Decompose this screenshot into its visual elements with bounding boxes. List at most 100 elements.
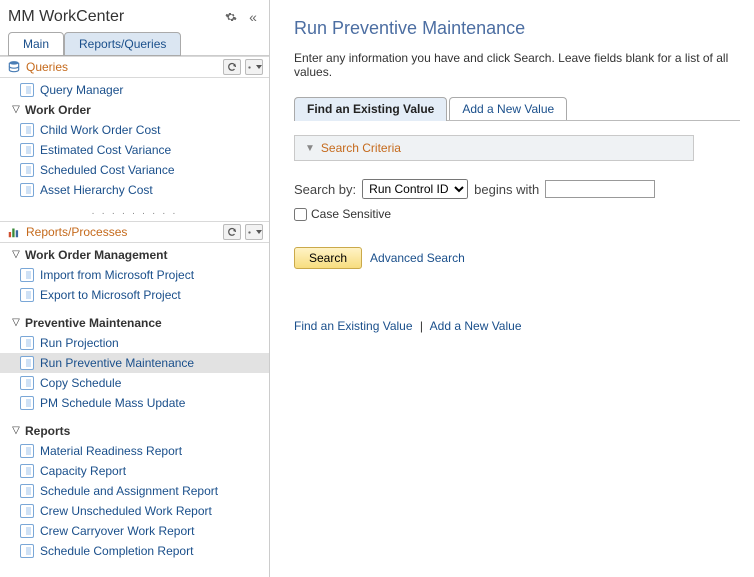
search-criteria-label: Search Criteria bbox=[321, 141, 401, 155]
gear-icon[interactable] bbox=[223, 9, 239, 25]
list-item-label: Copy Schedule bbox=[40, 375, 121, 391]
list-item[interactable]: Schedule Completion Report bbox=[0, 541, 269, 561]
search-criteria-header[interactable]: ▼ Search Criteria bbox=[294, 135, 694, 161]
operator-label: begins with bbox=[474, 182, 539, 197]
chevron-down-icon: ▽ bbox=[10, 315, 22, 331]
list-item[interactable]: Scheduled Cost Variance bbox=[0, 160, 269, 180]
advanced-search-link[interactable]: Advanced Search bbox=[370, 251, 465, 265]
search-by-select[interactable]: Run Control ID bbox=[362, 179, 468, 199]
database-icon bbox=[6, 59, 22, 75]
bottom-links: Find an Existing Value | Add a New Value bbox=[294, 319, 740, 333]
search-by-label: Search by: bbox=[294, 182, 356, 197]
chevron-down-icon: ▼ bbox=[305, 143, 315, 154]
tree-group-label: Preventive Maintenance bbox=[25, 315, 162, 331]
list-item[interactable]: Run Preventive Maintenance bbox=[0, 353, 269, 373]
tree-group-label: Work Order Management bbox=[25, 247, 167, 263]
doc-icon bbox=[20, 356, 34, 370]
tab-add-new[interactable]: Add a New Value bbox=[449, 97, 567, 120]
doc-icon bbox=[20, 376, 34, 390]
list-item[interactable]: Import from Microsoft Project bbox=[0, 265, 269, 285]
doc-icon bbox=[20, 396, 34, 410]
list-item[interactable]: Run Projection bbox=[0, 333, 269, 353]
list-item[interactable]: Schedule and Assignment Report bbox=[0, 481, 269, 501]
doc-icon bbox=[20, 143, 34, 157]
list-item-label: Material Readiness Report bbox=[40, 443, 182, 459]
list-item[interactable]: Estimated Cost Variance bbox=[0, 140, 269, 160]
reports-tree: ▽ Work Order Management Import from Micr… bbox=[0, 243, 269, 567]
list-item-label: Crew Unscheduled Work Report bbox=[40, 503, 212, 519]
case-sensitive-row: Case Sensitive bbox=[294, 207, 740, 221]
doc-icon bbox=[20, 444, 34, 458]
doc-icon bbox=[20, 484, 34, 498]
tree-group-label: Reports bbox=[25, 423, 70, 439]
list-item-label: Child Work Order Cost bbox=[40, 122, 160, 138]
list-item-label: Crew Carryover Work Report bbox=[40, 523, 194, 539]
list-item[interactable]: Child Work Order Cost bbox=[0, 120, 269, 140]
mode-tabs: Find an Existing Value Add a New Value bbox=[294, 97, 740, 121]
list-item[interactable]: Capacity Report bbox=[0, 461, 269, 481]
divider: | bbox=[420, 319, 423, 333]
list-item[interactable]: Asset Hierarchy Cost bbox=[0, 180, 269, 200]
list-item-label: Scheduled Cost Variance bbox=[40, 162, 175, 178]
reload-icon[interactable] bbox=[223, 224, 241, 240]
tree-group[interactable]: ▽ Preventive Maintenance bbox=[0, 313, 269, 333]
case-sensitive-label: Case Sensitive bbox=[311, 207, 391, 221]
tree-group-label: Work Order bbox=[25, 102, 91, 118]
action-row: Search Advanced Search bbox=[294, 247, 740, 269]
doc-icon bbox=[20, 464, 34, 478]
list-item-label: Query Manager bbox=[40, 82, 123, 98]
workcenter-sidebar: MM WorkCenter « Main Reports/Queries Que… bbox=[0, 0, 270, 577]
list-item-label: Run Preventive Maintenance bbox=[40, 355, 194, 371]
instructions-text: Enter any information you have and click… bbox=[294, 51, 740, 79]
doc-icon bbox=[20, 524, 34, 538]
divider: · · · · · · · · · bbox=[0, 206, 269, 221]
page-title: Run Preventive Maintenance bbox=[294, 18, 740, 39]
doc-icon bbox=[20, 288, 34, 302]
list-item[interactable]: Copy Schedule bbox=[0, 373, 269, 393]
tree-group[interactable]: ▽ Work Order Management bbox=[0, 245, 269, 265]
chevron-down-icon: ▽ bbox=[10, 247, 22, 263]
queries-section-bar: Queries bbox=[0, 56, 269, 78]
tab-reports-queries[interactable]: Reports/Queries bbox=[64, 32, 181, 56]
gear-dropdown-icon[interactable] bbox=[245, 224, 263, 240]
search-value-input[interactable] bbox=[545, 180, 655, 198]
bottom-find-link[interactable]: Find an Existing Value bbox=[294, 319, 413, 333]
tab-find-existing[interactable]: Find an Existing Value bbox=[294, 97, 447, 121]
tree-group[interactable]: ▽ Reports bbox=[0, 421, 269, 441]
case-sensitive-checkbox[interactable] bbox=[294, 208, 307, 221]
list-item[interactable]: Query Manager bbox=[0, 80, 269, 100]
tab-main[interactable]: Main bbox=[8, 32, 64, 56]
reload-icon[interactable] bbox=[223, 59, 241, 75]
doc-icon bbox=[20, 123, 34, 137]
reports-section-bar: Reports/Processes bbox=[0, 221, 269, 243]
doc-icon bbox=[20, 268, 34, 282]
queries-section-title: Queries bbox=[26, 60, 219, 74]
list-item-label: PM Schedule Mass Update bbox=[40, 395, 185, 411]
list-item-label: Estimated Cost Variance bbox=[40, 142, 171, 158]
bottom-add-link[interactable]: Add a New Value bbox=[430, 319, 522, 333]
gear-dropdown-icon[interactable] bbox=[245, 59, 263, 75]
doc-icon bbox=[20, 544, 34, 558]
reports-section-title: Reports/Processes bbox=[26, 225, 219, 239]
list-item-label: Schedule Completion Report bbox=[40, 543, 193, 559]
chevron-down-icon: ▽ bbox=[10, 423, 22, 439]
doc-icon bbox=[20, 83, 34, 97]
search-by-row: Search by: Run Control ID begins with bbox=[294, 179, 740, 199]
list-item-label: Run Projection bbox=[40, 335, 119, 351]
list-item[interactable]: Crew Unscheduled Work Report bbox=[0, 501, 269, 521]
list-item-label: Asset Hierarchy Cost bbox=[40, 182, 153, 198]
doc-icon bbox=[20, 183, 34, 197]
doc-icon bbox=[20, 163, 34, 177]
tree-group[interactable]: ▽ Work Order bbox=[0, 100, 269, 120]
doc-icon bbox=[20, 504, 34, 518]
search-button[interactable]: Search bbox=[294, 247, 362, 269]
list-item[interactable]: Crew Carryover Work Report bbox=[0, 521, 269, 541]
workcenter-header: MM WorkCenter « bbox=[0, 4, 269, 32]
list-item[interactable]: PM Schedule Mass Update bbox=[0, 393, 269, 413]
list-item[interactable]: Material Readiness Report bbox=[0, 441, 269, 461]
collapse-icon[interactable]: « bbox=[245, 9, 261, 25]
list-item-label: Export to Microsoft Project bbox=[40, 287, 181, 303]
list-item[interactable]: Export to Microsoft Project bbox=[0, 285, 269, 305]
workcenter-tabs: Main Reports/Queries bbox=[0, 32, 269, 56]
list-item-label: Schedule and Assignment Report bbox=[40, 483, 218, 499]
